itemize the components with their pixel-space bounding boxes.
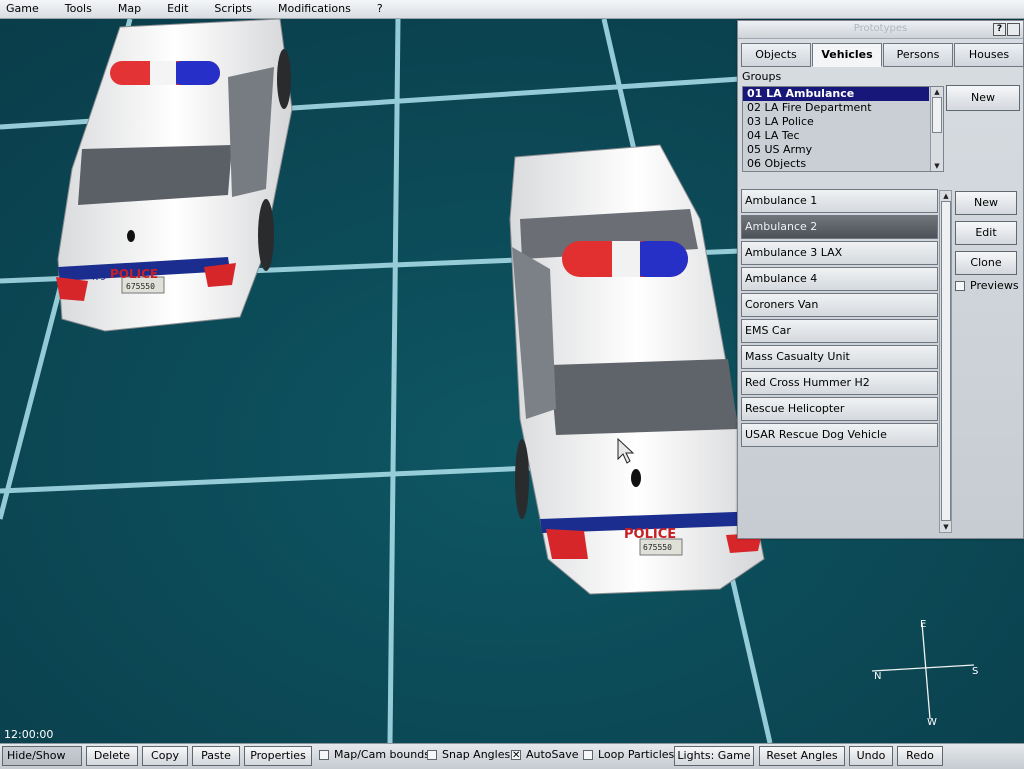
previews-toggle[interactable]: Previews (955, 279, 1019, 292)
compass-s: S (972, 666, 979, 677)
tab-vehicles[interactable]: Vehicles (812, 43, 882, 67)
menu-bar: Game Tools Map Edit Scripts Modification… (0, 0, 1024, 19)
map-cam-bounds-label: Map/Cam bounds (334, 748, 430, 761)
minimize-icon[interactable] (1007, 23, 1020, 36)
autosave-toggle[interactable]: ✕ AutoSave (511, 748, 579, 761)
delete-button[interactable]: Delete (86, 746, 138, 766)
group-item[interactable]: 01 LA Ambulance (743, 87, 929, 101)
scroll-thumb[interactable] (941, 201, 951, 521)
groups-list[interactable]: 01 LA Ambulance 02 LA Fire Department 03… (742, 86, 944, 172)
game-clock: 12:00:00 (4, 728, 54, 741)
car1-police-label: POLICE (110, 267, 158, 281)
vehicle-item[interactable]: Mass Casualty Unit (741, 345, 938, 369)
reset-angles-button[interactable]: Reset Angles (759, 746, 845, 766)
redo-button[interactable]: Redo (897, 746, 943, 766)
tab-objects[interactable]: Objects (741, 43, 811, 67)
loop-particles-checkbox[interactable] (583, 749, 593, 760)
scroll-down-icon[interactable]: ▼ (940, 522, 952, 532)
scroll-thumb[interactable] (932, 97, 942, 133)
menu-edit[interactable]: Edit (161, 0, 194, 18)
menu-modifications[interactable]: Modifications (272, 0, 357, 18)
group-item[interactable]: 03 LA Police (743, 115, 943, 129)
vehicle-item[interactable]: Red Cross Hummer H2 (741, 371, 938, 395)
groups-scrollbar[interactable]: ▲ ▼ (930, 87, 943, 171)
scroll-up-icon[interactable]: ▲ (931, 87, 943, 97)
panel-title: Prototypes (853, 23, 908, 34)
vehicle-item[interactable]: Coroners Van (741, 293, 938, 317)
autosave-label: AutoSave (526, 748, 579, 761)
group-item[interactable]: 05 US Army (743, 143, 943, 157)
map-cam-bounds-toggle[interactable]: Map/Cam bounds (319, 748, 430, 761)
vehicle-item[interactable]: EMS Car (741, 319, 938, 343)
menu-scripts[interactable]: Scripts (208, 0, 258, 18)
prototype-tabs: Objects Vehicles Persons Houses (741, 43, 1024, 67)
groups-new-button[interactable]: New (946, 85, 1020, 111)
copy-button[interactable]: Copy (142, 746, 188, 766)
lights-button[interactable]: Lights: Game (674, 746, 754, 766)
bottom-toolbar: Hide/Show Delete Copy Paste Properties M… (0, 743, 1024, 769)
snap-angles-toggle[interactable]: Snap Angles (427, 748, 510, 761)
autosave-checkbox[interactable]: ✕ (511, 749, 521, 760)
menu-tools[interactable]: Tools (59, 0, 98, 18)
panel-titlebar[interactable]: Prototypes ? (738, 21, 1023, 39)
map-cam-bounds-checkbox[interactable] (319, 749, 329, 760)
snap-angles-checkbox[interactable] (427, 749, 437, 760)
group-item[interactable]: 04 LA Tec (743, 129, 943, 143)
menu-game[interactable]: Game (0, 0, 45, 18)
previews-checkbox[interactable] (955, 280, 965, 291)
tab-persons[interactable]: Persons (883, 43, 953, 67)
scroll-up-icon[interactable]: ▲ (940, 191, 952, 201)
compass-n: N (874, 671, 882, 682)
hide-show-button[interactable]: Hide/Show (2, 746, 82, 766)
previews-label: Previews (970, 279, 1019, 292)
vehicle-item[interactable]: Ambulance 4 (741, 267, 938, 291)
car1-badge: K-9 (92, 273, 106, 283)
car1-plate: 675550 (126, 282, 155, 291)
properties-button[interactable]: Properties (244, 746, 312, 766)
menu-map[interactable]: Map (112, 0, 147, 18)
vehicle-list: Ambulance 1 Ambulance 2 Ambulance 3 LAX … (741, 189, 951, 531)
snap-angles-label: Snap Angles (442, 748, 511, 761)
scroll-down-icon[interactable]: ▼ (931, 161, 943, 171)
menu-help[interactable]: ? (371, 0, 389, 18)
help-button[interactable]: ? (993, 23, 1006, 36)
car2-plate: 675550 (643, 543, 672, 552)
paste-button[interactable]: Paste (192, 746, 240, 766)
vehicle-item[interactable]: Ambulance 3 LAX (741, 241, 938, 265)
prototypes-panel: Prototypes ? Objects Vehicles Persons Ho… (737, 20, 1024, 539)
tab-houses[interactable]: Houses (954, 43, 1024, 67)
vehicle-new-button[interactable]: New (955, 191, 1017, 215)
vehicle-clone-button[interactable]: Clone (955, 251, 1017, 275)
vehicle-item[interactable]: Rescue Helicopter (741, 397, 938, 421)
vehicle-list-scrollbar[interactable]: ▲ ▼ (939, 190, 952, 533)
group-item[interactable]: 02 LA Fire Department (743, 101, 943, 115)
vehicle-edit-button[interactable]: Edit (955, 221, 1017, 245)
car2-police-label: POLICE (624, 527, 676, 542)
groups-label: Groups (742, 70, 782, 83)
vehicle-item[interactable]: Ambulance 2 (741, 215, 938, 239)
vehicle-item[interactable]: Ambulance 1 (741, 189, 938, 213)
loop-particles-label: Loop Particles (598, 748, 675, 761)
loop-particles-toggle[interactable]: Loop Particles (583, 748, 674, 761)
compass-w: W (927, 717, 937, 728)
compass-e: E (920, 619, 927, 630)
group-item[interactable]: 06 Objects (743, 157, 943, 171)
vehicle-item[interactable]: USAR Rescue Dog Vehicle (741, 423, 938, 447)
undo-button[interactable]: Undo (849, 746, 893, 766)
